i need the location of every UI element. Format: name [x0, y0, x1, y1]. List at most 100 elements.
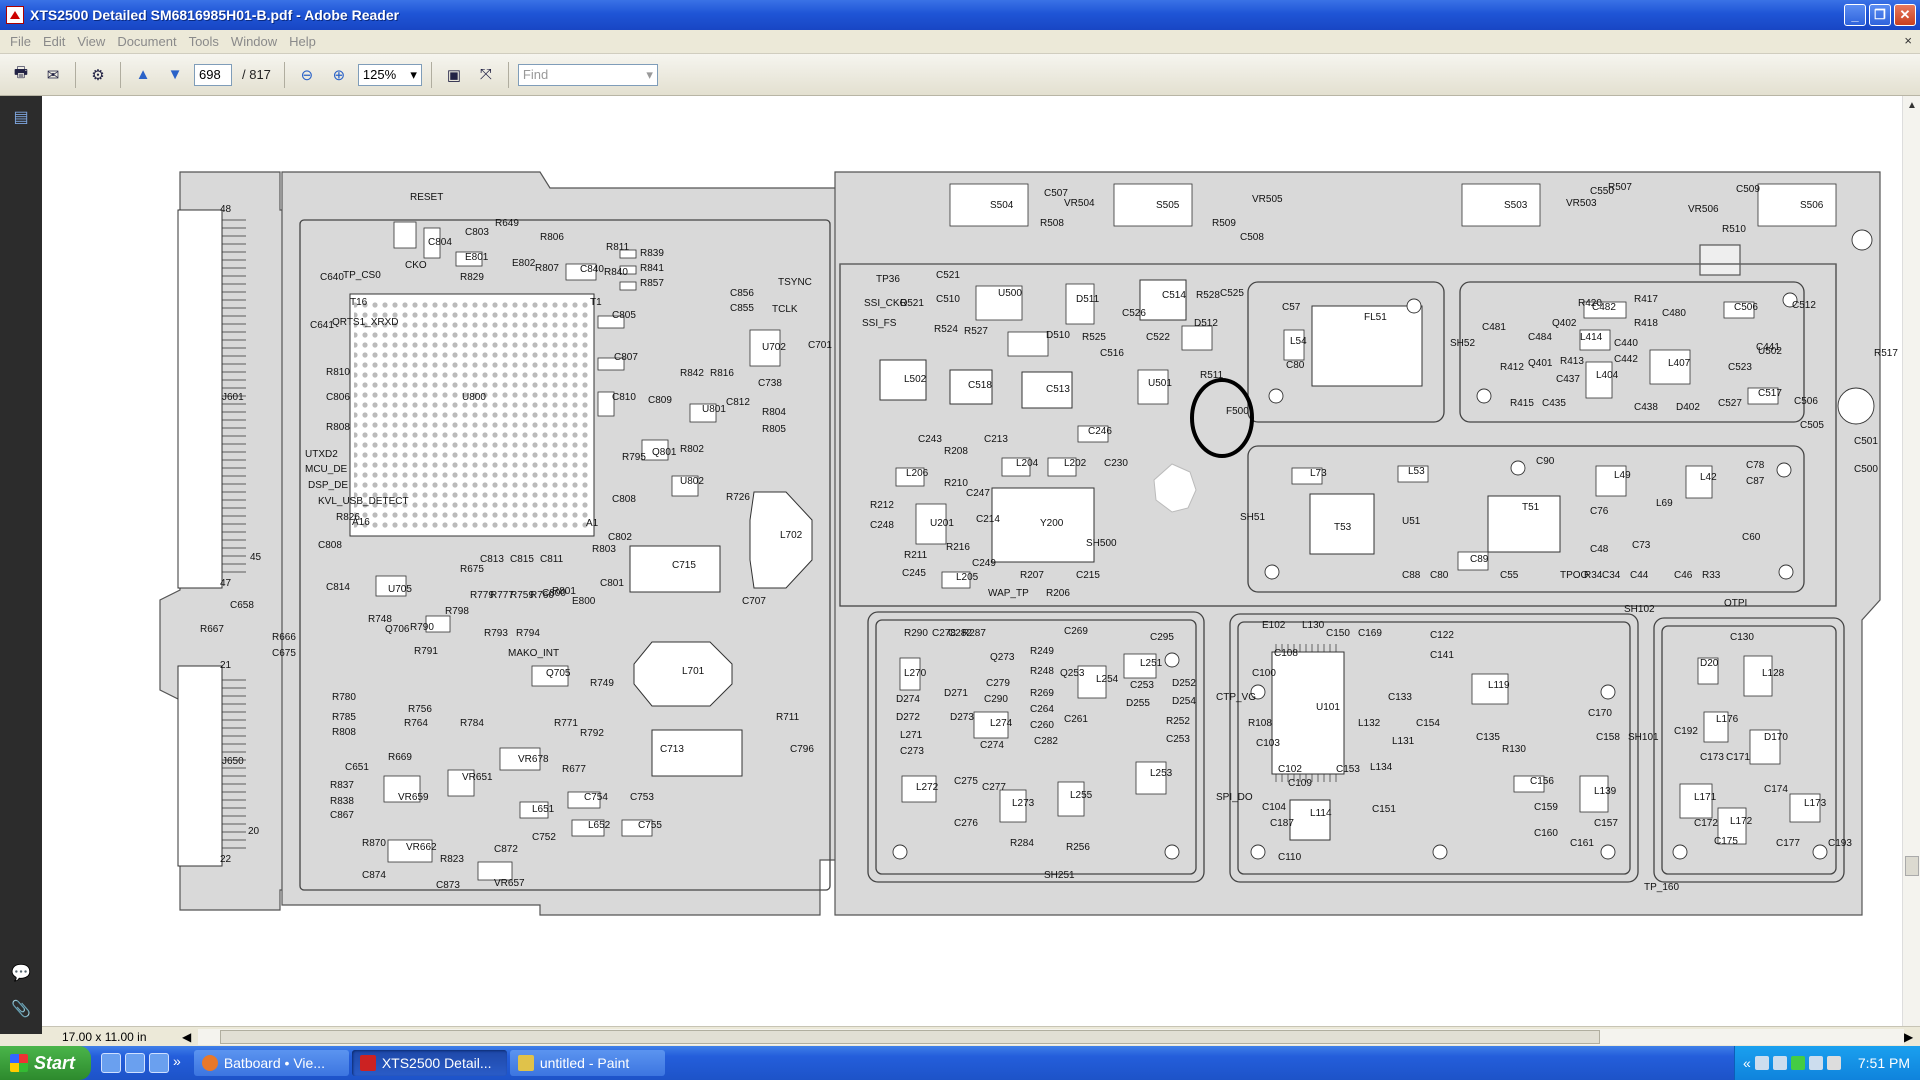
component-label: C274 [980, 740, 1004, 751]
component-label: R269 [1030, 688, 1054, 699]
component-label: R248 [1030, 666, 1054, 677]
component-label: R807 [535, 263, 559, 274]
fit-page-icon[interactable]: ▣ [441, 62, 467, 88]
find-placeholder: Find [522, 67, 549, 82]
page-number-input[interactable]: 698 [194, 63, 232, 86]
component-label: FL51 [1364, 312, 1387, 323]
tray-icon[interactable] [1808, 1056, 1823, 1070]
pages-icon[interactable]: ▤ [10, 106, 32, 128]
component-label: C150 [1326, 628, 1350, 639]
component-label: C261 [1064, 714, 1088, 725]
document-view[interactable]: R649 R806 R839 R841 R857 C803 C804 E801 E802 C840… [42, 96, 1902, 1026]
print-icon[interactable]: 🖶 [8, 62, 34, 88]
collaborate-icon[interactable]: ⚙ [85, 62, 111, 88]
menu-window[interactable]: Window [225, 34, 283, 49]
component-label: R418 [1634, 318, 1658, 329]
navigation-panel: ▤ 💬 📎 [0, 96, 42, 1034]
component-label: C276 [954, 818, 978, 829]
component-label: C151 [1372, 804, 1396, 815]
component-label: D271 [944, 688, 968, 699]
horizontal-scrollbar[interactable] [198, 1028, 1904, 1045]
component-label: CTP_VG [1216, 692, 1256, 703]
component-label: Q402 [1552, 318, 1577, 329]
scrollbar-thumb[interactable] [1905, 856, 1919, 876]
component-label: C855 [730, 303, 754, 314]
fit-width-icon[interactable]: ⤧ [473, 62, 499, 88]
scroll-left-icon[interactable]: ◀ [182, 1030, 198, 1044]
component-label: L270 [904, 668, 927, 679]
component-label: R528 [1196, 290, 1220, 301]
component-label: C153 [1336, 764, 1360, 775]
close-button[interactable]: ✕ [1894, 4, 1916, 26]
component-label: R667 [200, 624, 224, 635]
menu-file[interactable]: File [4, 34, 37, 49]
component-label: C135 [1476, 732, 1500, 743]
component-label: E801 [465, 252, 489, 263]
find-input[interactable]: Find ▾ [517, 63, 658, 86]
scroll-right-icon[interactable]: ▶ [1904, 1030, 1920, 1044]
component-label: L128 [1762, 668, 1785, 679]
component-label: R206 [1046, 588, 1070, 599]
quick-launch-icon[interactable] [149, 1053, 170, 1073]
component-label: R417 [1634, 294, 1658, 305]
minimize-button[interactable]: _ [1844, 4, 1866, 26]
component-label: VR678 [518, 754, 549, 765]
volume-icon[interactable] [1826, 1056, 1841, 1070]
menu-help[interactable]: Help [283, 34, 322, 49]
taskbar-item-firefox[interactable]: Batboard • Vie... [193, 1050, 349, 1076]
component-label: 20 [248, 826, 260, 837]
component-label: L132 [1358, 718, 1381, 729]
previous-page-icon[interactable]: ▲ [130, 62, 156, 88]
email-icon[interactable]: ✉ [40, 62, 66, 88]
component-label: C102 [1278, 764, 1302, 775]
component-label: C518 [968, 380, 992, 391]
next-page-icon[interactable]: ▼ [162, 62, 188, 88]
window-controls: _ ❐ ✕ [1844, 4, 1916, 26]
component-label: L414 [1580, 332, 1603, 343]
horizontal-scrollbar-thumb[interactable] [220, 1029, 1600, 1044]
component-label: L202 [1064, 458, 1087, 469]
adobe-reader-icon [359, 1055, 376, 1071]
component-label: R794 [516, 628, 540, 639]
taskbar-item-adobe-reader[interactable]: XTS2500 Detail... [351, 1050, 507, 1076]
document-close-button[interactable]: × [1904, 33, 1912, 48]
attachment-icon[interactable]: 📎 [10, 998, 32, 1020]
tray-icon[interactable] [1772, 1056, 1787, 1070]
title-bar: XTS2500 Detailed SM6816985H01-B.pdf - Ad… [0, 0, 1920, 30]
quick-launch-icon[interactable] [125, 1053, 146, 1073]
component-label: C177 [1776, 838, 1800, 849]
taskbar-item-paint[interactable]: untitled - Paint [509, 1050, 665, 1076]
component-label: C76 [1590, 506, 1609, 517]
menu-document[interactable]: Document [111, 34, 182, 49]
comments-icon[interactable]: 💬 [10, 962, 32, 984]
tray-expand-icon[interactable]: « [1743, 1055, 1751, 1071]
component-label: C517 [1758, 388, 1782, 399]
menu-edit[interactable]: Edit [37, 34, 71, 49]
component-label: C169 [1358, 628, 1382, 639]
tray-icon[interactable] [1754, 1056, 1769, 1070]
component-label: R525 [1082, 332, 1106, 343]
quick-launch-icon[interactable] [101, 1053, 122, 1073]
menu-tools[interactable]: Tools [183, 34, 225, 49]
zoom-out-icon[interactable]: ⊖ [294, 62, 320, 88]
menu-view[interactable]: View [71, 34, 111, 49]
component-label: C867 [330, 810, 354, 821]
zoom-select[interactable]: 125% ▾ [357, 63, 422, 86]
component-label: C752 [532, 832, 556, 843]
scroll-up-icon[interactable]: ▲ [1903, 96, 1920, 114]
component-label: R649 [495, 218, 519, 229]
component-label: Q401 [1528, 358, 1553, 369]
vertical-scrollbar[interactable]: ▲ [1902, 96, 1920, 1026]
zoom-in-icon[interactable]: ⊕ [326, 62, 352, 88]
component-label: T51 [1522, 502, 1540, 513]
toolbar-separator [430, 61, 432, 88]
start-button[interactable]: Start [0, 1046, 92, 1080]
tray-icon[interactable] [1790, 1056, 1805, 1070]
chevron-down-icon[interactable]: ▾ [646, 67, 653, 83]
maximize-button[interactable]: ❐ [1869, 4, 1891, 26]
component-label: C279 [986, 678, 1010, 689]
component-label: L204 [1016, 458, 1039, 469]
component-label: R823 [440, 854, 464, 865]
quick-launch-more-icon[interactable]: » [173, 1053, 181, 1073]
component-label: C160 [1534, 828, 1558, 839]
